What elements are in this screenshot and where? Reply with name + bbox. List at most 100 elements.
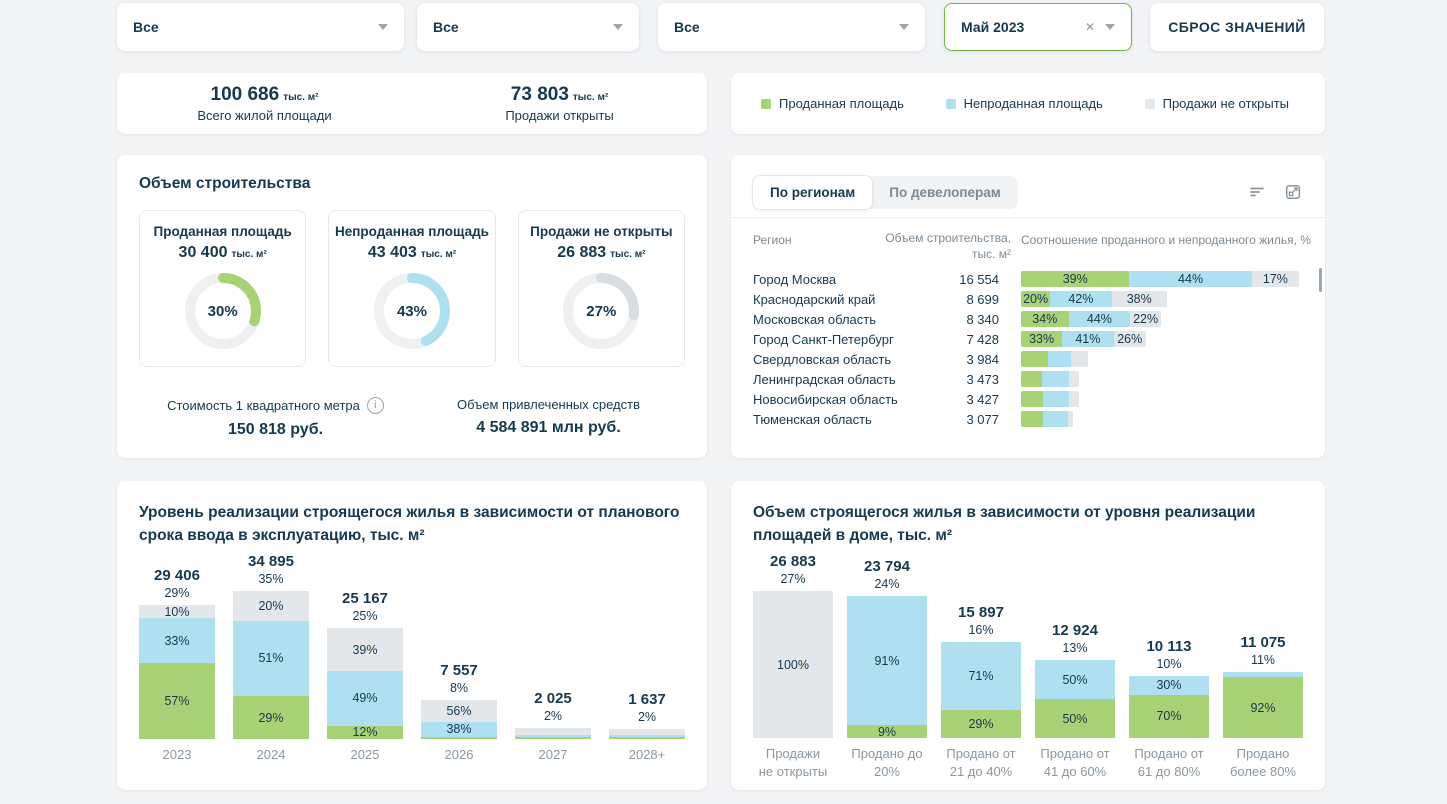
price-per-sqm: Стоимость 1 квадратного метра i 150 818 … (139, 397, 412, 439)
table-row: Новосибирская область 3 427 (731, 389, 1325, 409)
table-row: Краснодарский край 8 699 20% 42% 38% (731, 289, 1325, 309)
donut-notopen-percent: 27% (559, 269, 643, 353)
sold-segment: 33% (1021, 331, 1062, 347)
bar-sold-61-80: 10 113 10% 30% 70% Продано от61 до 80% (1129, 638, 1209, 779)
axis-label: Продажине открыты (759, 745, 827, 779)
region-ratio-bar (1021, 411, 1073, 427)
donut-unsold-percent: 43% (370, 269, 454, 353)
region-name: Город Санкт-Петербург (753, 332, 921, 347)
notopen-segment: 20% (233, 591, 309, 621)
sold-segment: 12% (327, 726, 403, 739)
unsold-color-swatch (946, 99, 956, 109)
region-volume: 3 473 (921, 372, 1009, 387)
expand-icon[interactable] (1285, 184, 1301, 200)
column-region: Регион (753, 233, 792, 247)
chevron-down-icon[interactable] (613, 24, 623, 30)
chevron-down-icon[interactable] (899, 24, 909, 30)
donut-notopen-unit: тыс. м² (610, 249, 645, 260)
filter-dropdown-1-value: Все (133, 19, 159, 35)
unsold-segment: 38% (421, 722, 497, 737)
notopen-segment (1069, 391, 1079, 407)
axis-label: Продано до20% (851, 745, 922, 779)
axis-label: 2023 (163, 746, 192, 763)
unsold-segment: 30% (1129, 676, 1209, 695)
chevron-down-icon[interactable] (1105, 24, 1115, 30)
left-chart: 29 406 29% 10% 33% 57% 2023 34 895 35% 2… (139, 553, 685, 763)
sold-segment: 34% (1021, 311, 1069, 327)
donut-notopen-title: Продажи не открыты (519, 224, 684, 239)
volume-card-title: Объем строительства (139, 175, 310, 193)
bar-sold-over-80: 11 075 11% 92% Проданоболее 80% (1223, 634, 1303, 779)
sold-segment (1021, 351, 1048, 367)
close-icon[interactable]: ✕ (1085, 20, 1105, 34)
sold-color-swatch (761, 99, 771, 109)
notopen-segment: 26% (1114, 331, 1147, 347)
chevron-down-icon[interactable] (378, 24, 388, 30)
legend-unsold-label: Непроданная площадь (964, 96, 1103, 111)
notopen-segment: 17% (1252, 271, 1299, 287)
donut-notopen-value: 26 883 (557, 244, 606, 262)
axis-label: Продано от21 до 40% (946, 745, 1015, 779)
attracted-funds: Объем привлеченных средств 4 584 891 млн… (412, 397, 685, 439)
regions-table: Город Москва 16 554 39% 44% 17% Краснода… (731, 269, 1325, 429)
unsold-segment: 71% (941, 642, 1021, 710)
column-ratio: Соотношение проданного и непроданного жи… (1021, 233, 1311, 247)
donut-sold-value: 30 400 (179, 244, 228, 262)
divider (731, 217, 1325, 218)
tab-by-developers[interactable]: По девелоперам (872, 176, 1017, 209)
notopen-segment (1069, 371, 1079, 387)
bar-2027: 2 025 2% 2027 (515, 690, 591, 763)
unsold-segment: 33% (139, 618, 215, 662)
unsold-segment: 44% (1069, 311, 1131, 327)
scrollbar[interactable] (1319, 268, 1322, 292)
sort-icon[interactable] (1249, 184, 1265, 200)
region-volume: 7 428 (921, 332, 1009, 347)
filter-dropdown-2-value: Все (433, 19, 459, 35)
region-ratio-bar (1021, 371, 1079, 387)
volume-card-footer: Стоимость 1 квадратного метра i 150 818 … (139, 397, 685, 439)
sold-segment: 29% (941, 710, 1021, 738)
sold-segment (609, 737, 685, 740)
sold-segment: 57% (139, 663, 215, 739)
legend-sold-label: Проданная площадь (779, 96, 904, 111)
bar-2026: 7 557 8% 56% 38% 2026 (421, 662, 497, 763)
bar-2024: 34 895 35% 20% 51% 29% 2024 (233, 553, 309, 763)
column-volume: Объем строительства, тыс. м² (871, 231, 1011, 262)
stat-open-value: 73 803 (511, 84, 569, 106)
construction-volume-card: Объем строительства Проданная площадь 30… (117, 155, 707, 458)
unsold-segment: 49% (327, 671, 403, 725)
donut-chart-notopen: 27% (559, 269, 643, 353)
region-name: Тюменская область (753, 412, 921, 427)
notopen-segment: 22% (1130, 311, 1161, 327)
filter-dropdown-3[interactable]: Все (658, 3, 925, 51)
table-row: Ленинградская область 3 473 (731, 369, 1325, 389)
axis-label: Продано от41 до 60% (1040, 745, 1109, 779)
notopen-segment: 10% (139, 605, 215, 618)
unsold-segment (1042, 371, 1069, 387)
filter-dropdown-period[interactable]: Май 2023 ✕ (944, 3, 1132, 51)
axis-label: 2025 (351, 746, 380, 763)
bar-not-open: 26 883 27% 100% Продажине открыты (753, 553, 833, 779)
sold-segment: 20% (1021, 291, 1050, 307)
bar-2023: 29 406 29% 10% 33% 57% 2023 (139, 567, 215, 763)
tab-by-regions[interactable]: По регионам (752, 175, 873, 210)
filter-dropdown-3-value: Все (674, 19, 700, 35)
completion-year-chart-card: Уровень реализации строящегося жилья в з… (117, 481, 707, 790)
region-volume: 8 699 (921, 292, 1009, 307)
sold-segment (421, 737, 497, 739)
reset-filters-button[interactable]: СБРОС ЗНАЧЕНИЙ (1150, 3, 1324, 51)
bar-sold-to-20: 23 794 24% 91% 9% Продано до20% (847, 558, 927, 779)
filter-dropdown-1[interactable]: Все (117, 3, 404, 51)
sold-segment: 50% (1035, 699, 1115, 738)
notopen-segment: 38% (1112, 291, 1167, 307)
info-icon[interactable]: i (367, 397, 384, 414)
sold-segment (515, 737, 591, 739)
filter-dropdown-2[interactable]: Все (417, 3, 639, 51)
bar-2025: 25 167 25% 39% 49% 12% 2025 (327, 590, 403, 763)
notopen-segment: 56% (421, 700, 497, 722)
sold-segment: 29% (233, 696, 309, 739)
region-volume: 3 427 (921, 392, 1009, 407)
sold-segment (1021, 371, 1042, 387)
region-volume: 16 554 (921, 272, 1009, 287)
axis-label: 2027 (539, 746, 568, 763)
